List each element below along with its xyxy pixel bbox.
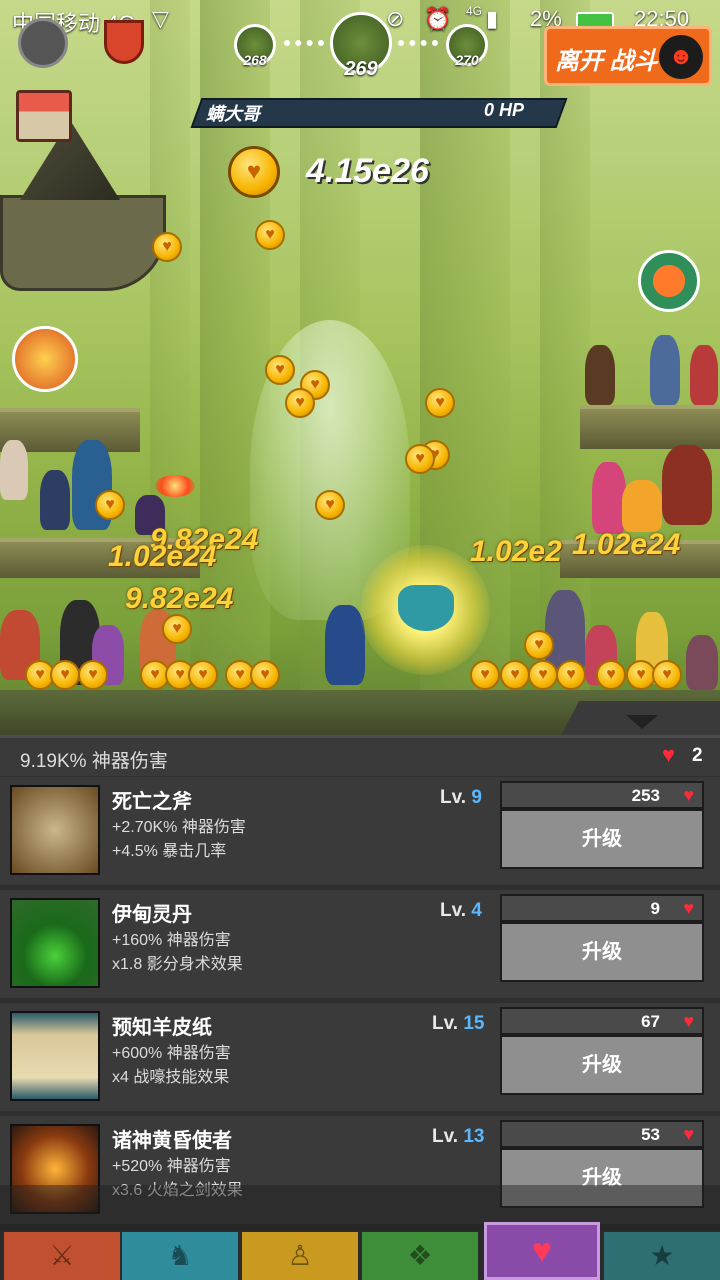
- artifact-stat: +520% 神器伤害: [112, 1158, 231, 1175]
- upgrade-cost: 9 ♥: [500, 894, 704, 922]
- relic-heart-icon: ♥: [683, 1011, 694, 1031]
- panel-header: 9.19K% 神器伤害 ♥ 2: [0, 735, 720, 776]
- damage-popup: 1.02e24: [572, 528, 681, 561]
- artifact-level: Lv. 13: [432, 1126, 485, 1147]
- alarm-icon: ⏰: [424, 6, 452, 31]
- tab-sword[interactable]: ⚔: [4, 1232, 120, 1280]
- artifact-stat: +600% 神器伤害: [112, 1045, 231, 1062]
- upgrade-button[interactable]: 升级: [500, 1035, 704, 1095]
- damage-popup: 1.02e2: [470, 535, 562, 568]
- artifact-damage-summary: 9.19K% 神器伤害: [20, 751, 168, 772]
- heart-icon: ♥: [531, 1232, 553, 1270]
- artifact-stat: +2.70K% 神器伤害: [112, 819, 246, 836]
- relic-heart-icon: ♥: [662, 742, 676, 767]
- artifact-name: 预知羊皮纸: [112, 1017, 212, 1039]
- artifact-level: Lv. 9: [440, 787, 482, 808]
- tab-equipment[interactable]: ♙: [242, 1232, 358, 1280]
- stage-next-number: 270: [455, 52, 479, 68]
- artifact-name: 诸神黄昏使者: [112, 1130, 232, 1152]
- shop-stall-icon[interactable]: [16, 90, 72, 142]
- treasure-chest-button[interactable]: [12, 326, 78, 392]
- upgrade-cost: 53 ♥: [500, 1120, 704, 1148]
- star-icon: ★: [649, 1240, 675, 1271]
- signal-icon: ▮: [486, 6, 499, 31]
- heart-globe-button[interactable]: [638, 250, 700, 312]
- artifact-stat: +4.5% 暴击几率: [112, 843, 227, 860]
- artifact-stat: +160% 神器伤害: [112, 932, 231, 949]
- boss-hp-value: 0 HP: [484, 100, 525, 120]
- axe-icon: [10, 785, 100, 875]
- damage-popup: 9.82e24: [125, 582, 234, 615]
- artifact-name: 伊甸灵丹: [112, 904, 192, 926]
- relic-count: 2: [692, 745, 703, 766]
- upgrade-button[interactable]: 升级: [500, 922, 704, 982]
- mute-icon: ⊘: [386, 6, 405, 31]
- pirate-ship: [0, 195, 166, 291]
- artifact-row: 伊甸灵丹 +160% 神器伤害 x1.8 影分身术效果 Lv. 4 9 ♥ 升级: [0, 890, 720, 998]
- tab-heroes[interactable]: ♞: [122, 1232, 238, 1280]
- artifact-level: Lv. 15: [432, 1013, 485, 1034]
- leave-battle-label: 离开 战斗: [555, 48, 658, 75]
- upgrade-button[interactable]: 升级: [500, 809, 704, 869]
- potion-icon: [10, 898, 100, 988]
- gold-amount: 4.15e26: [306, 152, 429, 190]
- shield-badge-icon[interactable]: [104, 20, 144, 64]
- shield-icon: ▽: [152, 6, 169, 31]
- relic-heart-icon: ♥: [683, 1124, 694, 1144]
- gold-coin-icon: ♥: [228, 146, 280, 198]
- network-label: 4G: [466, 4, 483, 18]
- artifacts-panel: 9.19K% 神器伤害 ♥ 2 死亡之斧 +2.70K% 神器伤害 +4.5% …: [0, 701, 720, 1230]
- tab-shop[interactable]: ★: [604, 1232, 720, 1280]
- stage-current-number: 269: [344, 58, 378, 80]
- devil-icon: ☻: [659, 35, 703, 79]
- scroll-icon: [10, 1011, 100, 1101]
- relic-heart-icon: ♥: [683, 785, 694, 805]
- artifact-level: Lv. 4: [440, 900, 482, 921]
- stage-prev-number: 268: [243, 52, 267, 68]
- artifact-stat: x1.8 影分身术效果: [112, 956, 243, 973]
- artifact-row: 预知羊皮纸 +600% 神器伤害 x4 战嚎技能效果 Lv. 15 67 ♥ 升级: [0, 1003, 720, 1111]
- helmet-icon: ♞: [167, 1240, 193, 1271]
- sword-icon: ⚔: [49, 1240, 75, 1271]
- pet-icon: ❖: [407, 1240, 433, 1271]
- shirt-icon: ♙: [287, 1240, 313, 1271]
- artifact-row: 死亡之斧 +2.70K% 神器伤害 +4.5% 暴击几率 Lv. 9 253 ♥ …: [0, 777, 720, 885]
- artifact-name: 死亡之斧: [112, 791, 192, 813]
- settings-gear-icon[interactable]: [18, 18, 68, 68]
- tab-pets[interactable]: ❖: [362, 1232, 478, 1280]
- upgrade-cost: 253 ♥: [500, 781, 704, 809]
- leave-battle-button[interactable]: 离开 战斗 ☻: [544, 26, 712, 86]
- chevron-down-icon[interactable]: [626, 715, 658, 729]
- upgrade-cost: 67 ♥: [500, 1007, 704, 1035]
- boss-name: 螨大哥: [206, 104, 260, 124]
- damage-popup: 1.02e24: [108, 540, 217, 573]
- artifact-stat: x4 战嚎技能效果: [112, 1069, 230, 1086]
- relic-heart-icon: ♥: [683, 898, 694, 918]
- tab-artifacts[interactable]: ♥: [484, 1222, 600, 1280]
